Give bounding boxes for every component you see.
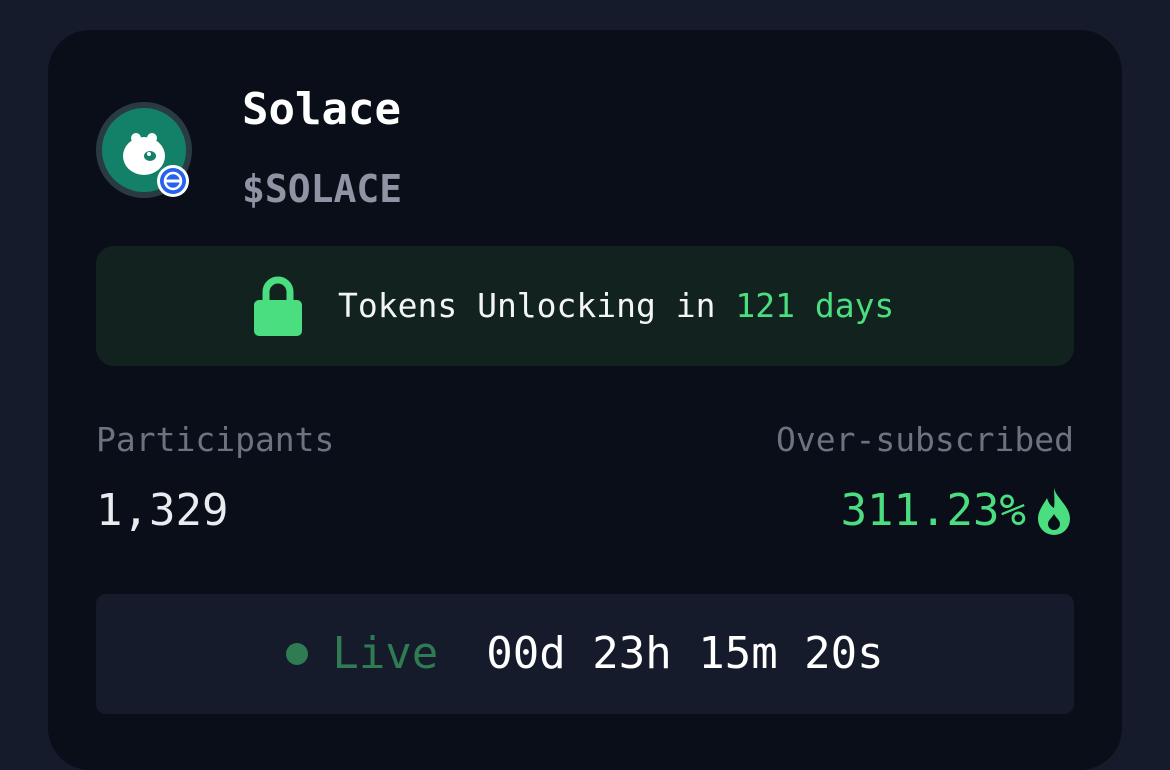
token-name: Solace	[242, 84, 401, 135]
token-symbol: $SOLACE	[242, 167, 403, 211]
unlock-banner: Tokens Unlocking in 121 days	[96, 246, 1074, 366]
token-card[interactable]: Solace $SOLACE Tokens Unlocking in 121 d…	[48, 30, 1122, 770]
lock-icon	[252, 274, 304, 338]
oversubscribed-label: Over-subscribed	[775, 420, 1074, 459]
flame-icon	[1034, 486, 1074, 536]
status-content: Live 00d 23h 15m 20s	[96, 594, 1074, 714]
participants-value: 1,329	[96, 485, 229, 536]
oversubscribed-value: 311.23%	[840, 485, 1026, 536]
participants-label: Participants	[96, 420, 335, 459]
oversubscribed-group: 311.23%	[841, 485, 1074, 537]
unlock-text: Tokens Unlocking in 121 days	[338, 286, 894, 326]
token-avatar	[96, 102, 192, 198]
unlock-days: 121 days	[735, 286, 895, 325]
live-dot-icon	[286, 643, 309, 665]
chain-badge-icon	[156, 164, 190, 198]
unlock-prefix: Tokens Unlocking in	[338, 286, 736, 325]
countdown-timer: 00d 23h 15m 20s	[486, 628, 884, 679]
live-label: Live	[332, 628, 439, 679]
status-bar: Live 00d 23h 15m 20s	[96, 594, 1074, 714]
